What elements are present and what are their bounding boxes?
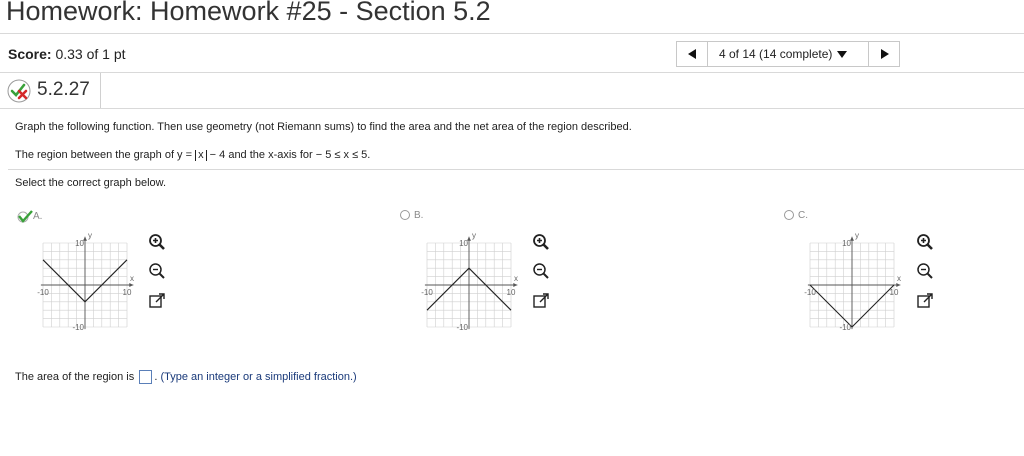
divider	[8, 169, 1024, 170]
previous-question-button[interactable]	[676, 41, 708, 67]
graph-b: y x 10 -10 -10 10	[421, 231, 518, 332]
absolute-value: x	[195, 150, 207, 161]
x-min-label: -10	[804, 288, 816, 297]
option-b[interactable]: B.	[400, 210, 423, 221]
x-min-label: -10	[421, 288, 433, 297]
question-selector[interactable]: 4 of 14 (14 complete)	[707, 41, 869, 67]
y-min-label: -10	[456, 323, 468, 332]
popout-icon[interactable]	[532, 292, 550, 310]
popout-icon[interactable]	[148, 292, 166, 310]
answer-hint: (Type an integer or a simplified fractio…	[160, 370, 357, 383]
next-question-button[interactable]	[868, 41, 900, 67]
zoom-in-icon[interactable]	[916, 233, 934, 251]
divider	[0, 108, 1024, 109]
score-value: 0.33 of 1 pt	[55, 46, 126, 62]
radio-button[interactable]	[400, 210, 410, 221]
option-letter: C.	[798, 210, 808, 221]
option-letter: B.	[414, 210, 424, 221]
option-a[interactable]: A.	[17, 210, 42, 223]
x-axis-label: x	[514, 274, 518, 283]
x-axis-arrow	[896, 283, 901, 287]
arrow-right-icon	[881, 49, 889, 59]
x-axis-label: x	[130, 274, 134, 283]
y-min-label: -10	[839, 323, 851, 332]
select-prompt: Select the correct graph below.	[15, 177, 167, 189]
arrow-left-icon	[688, 49, 696, 59]
y-axis-label: y	[855, 231, 859, 240]
divider	[0, 33, 1024, 34]
instruction-text: Graph the following function. Then use g…	[15, 121, 632, 133]
checkmark-icon	[17, 210, 33, 223]
zoom-in-icon[interactable]	[148, 233, 166, 251]
y-max-label: 10	[75, 239, 84, 248]
x-max-label: 10	[507, 288, 516, 297]
y-min-label: -10	[72, 323, 84, 332]
graph-a: y x 10 -10 -10 10	[37, 231, 134, 332]
x-axis-label: x	[897, 274, 901, 283]
zoom-out-icon[interactable]	[148, 262, 166, 280]
question-number: 5.2.27	[37, 79, 90, 100]
page-title: Homework: Homework #25 - Section 5.2	[6, 0, 491, 26]
region-text: The region between the graph of y = x − …	[15, 149, 370, 161]
area-input[interactable]	[139, 370, 153, 384]
y-axis-label: y	[88, 231, 92, 240]
question-progress: 4 of 14 (14 complete)	[719, 47, 833, 61]
y-max-label: 10	[842, 239, 851, 248]
region-domain: − 5 ≤ x ≤ 5.	[315, 149, 371, 161]
option-c[interactable]: C.	[784, 210, 808, 221]
y-max-label: 10	[459, 239, 468, 248]
score: Score: 0.33 of 1 pt	[8, 46, 126, 62]
question-header: 5.2.27	[0, 73, 101, 108]
zoom-in-icon[interactable]	[532, 233, 550, 251]
x-max-label: 10	[123, 288, 132, 297]
caret-down-icon	[837, 51, 848, 59]
answer-row: The area of the region is . (Type an int…	[15, 370, 357, 384]
y-axis-label: y	[472, 231, 476, 240]
region-prefix: The region between the graph of y =	[15, 149, 193, 161]
partial-credit-icon	[7, 79, 31, 103]
x-axis-arrow	[513, 283, 518, 287]
x-axis-arrow	[129, 283, 134, 287]
x-min-label: -10	[37, 288, 49, 297]
divider	[0, 72, 1024, 73]
zoom-out-icon[interactable]	[532, 262, 550, 280]
radio-button[interactable]	[784, 210, 794, 221]
region-mid: − 4 and the x-axis for	[209, 149, 313, 161]
option-letter: A.	[33, 211, 43, 223]
answer-prefix: The area of the region is	[15, 370, 135, 383]
graph-c: y x 10 -10 -10 10	[804, 231, 901, 332]
zoom-out-icon[interactable]	[916, 262, 934, 280]
popout-icon[interactable]	[916, 292, 934, 310]
x-max-label: 10	[890, 288, 899, 297]
score-label: Score:	[8, 46, 52, 62]
